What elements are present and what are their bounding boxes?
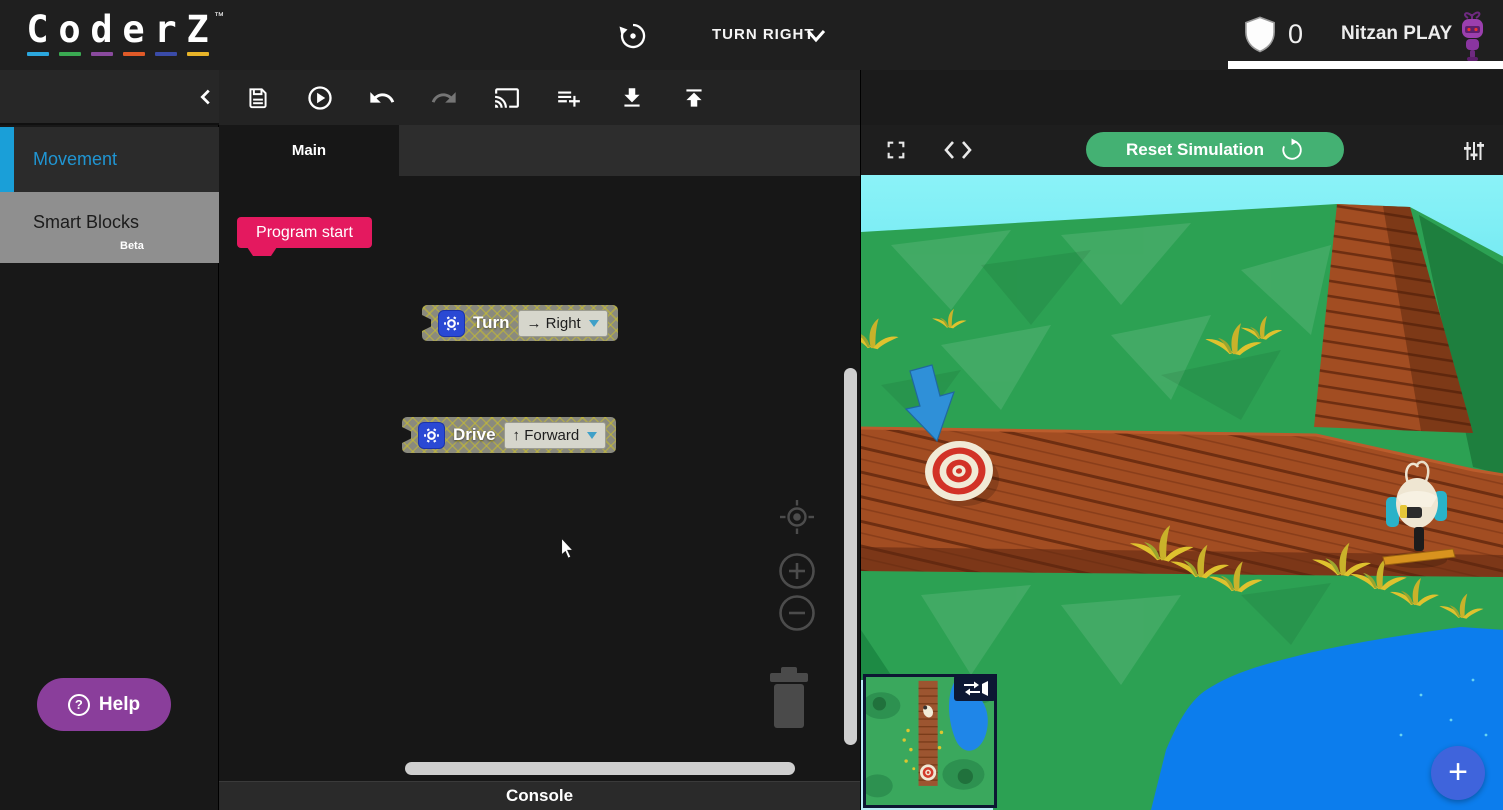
turn-block-label: Turn [473,313,510,333]
logo-dash [155,52,177,56]
user-section-underline [1228,61,1503,69]
logo-dash [123,52,145,56]
history-icon[interactable] [617,20,649,52]
trash-icon[interactable] [762,667,816,733]
tune-icon[interactable] [1461,138,1487,164]
plus-icon: + [1448,755,1468,789]
mission-name-label: TURN RIGHT [712,26,815,43]
upload-icon[interactable] [680,84,708,112]
workspace-toolbar [219,70,860,125]
refresh-icon [1280,138,1304,162]
turn-block[interactable]: Turn → Right [422,305,618,341]
sidebar-item-label: Movement [33,127,117,192]
drive-direction-dropdown[interactable]: ↑ Forward [504,422,607,449]
zoom-out-icon[interactable] [776,592,818,634]
fullscreen-icon[interactable] [883,137,909,163]
logo-dash [27,52,49,56]
add-fab-button[interactable]: + [1431,746,1485,800]
reset-simulation-button[interactable]: Reset Simulation [1086,132,1344,167]
sim-3d-viewport[interactable]: + [861,175,1503,810]
logo-trademark: ™ [214,11,224,22]
logo-letter: d [90,9,112,51]
help-label: Help [99,694,140,716]
drive-direction-value: ↑ Forward [513,427,580,444]
redo-icon[interactable] [430,84,458,112]
horizontal-scrollbar[interactable] [405,762,795,775]
simulation-header: Reset Simulation [861,125,1503,175]
collapse-chevron-icon[interactable] [192,83,220,111]
program-start-connector [247,247,277,256]
top-header: C o d e r Z ™ TURN RIGHT 0 Nitzan PLAY [0,0,1503,70]
undo-icon[interactable] [368,84,396,112]
beta-badge: Beta [120,240,144,252]
mouse-cursor [560,538,574,560]
add-to-list-icon[interactable] [555,84,583,112]
simulation-panel: Reset Simulation [860,70,1503,810]
zoom-in-icon[interactable] [776,550,818,592]
save-icon[interactable] [244,84,272,112]
gear-icon[interactable] [418,422,445,449]
user-name[interactable]: Nitzan PLAY [1341,23,1452,45]
robot-avatar[interactable] [1456,8,1490,64]
shield-icon [1240,15,1280,55]
camera-switch-icon[interactable] [954,675,996,701]
vertical-scrollbar[interactable] [844,368,857,745]
turn-direction-dropdown[interactable]: → Right [518,310,608,337]
tab-main-label: Main [292,142,326,159]
logo-dash [91,52,113,56]
run-icon[interactable] [306,84,334,112]
logo-dash [59,52,81,56]
download-icon[interactable] [618,84,646,112]
points-counter: 0 [1288,19,1303,50]
sidebar-item-smart-blocks[interactable]: Smart Blocks Beta [0,192,219,263]
dropdown-arrow-icon [589,320,599,327]
sidebar-header [0,70,219,125]
active-item-stripe [0,127,14,192]
logo-dash [187,52,209,56]
turn-direction-value: → Right [527,315,581,332]
program-start-block[interactable]: Program start [237,217,372,248]
cast-icon[interactable] [493,84,521,112]
sidebar-item-movement[interactable]: Movement [0,127,219,192]
logo-letter: e [122,9,144,51]
sidebar-item-label: Smart Blocks [33,212,139,233]
drive-block[interactable]: Drive ↑ Forward [402,417,616,453]
console-bar[interactable]: Console [219,781,860,810]
logo-letter: Z [186,9,208,51]
drive-block-label: Drive [453,425,496,445]
help-button[interactable]: ? Help [37,678,171,731]
coderz-app: C o d e r Z ™ TURN RIGHT 0 Nitzan PLAY [0,0,1503,810]
dropdown-arrow-icon [587,432,597,439]
logo-letter: r [154,9,176,51]
workspace-tab-row: Main [219,125,860,176]
reset-simulation-label: Reset Simulation [1126,140,1264,160]
code-icon[interactable] [943,138,973,162]
blockly-workspace-panel: Main Program start [219,70,860,810]
tab-main[interactable]: Main [219,125,399,176]
zoom-to-fit-icon[interactable] [773,493,821,541]
console-label: Console [506,786,573,806]
program-start-label: Program start [256,224,353,242]
coderz-logo: C o d e r Z ™ [24,9,224,56]
left-sidebar: Movement Smart Blocks Beta ? Help [0,70,219,810]
mission-chevron-down-icon[interactable] [803,26,829,46]
minimap [863,674,997,808]
logo-letter: C [26,9,48,51]
blockly-canvas[interactable]: Program start Turn → Righ [219,176,860,781]
gear-icon[interactable] [438,310,465,337]
simulation-top-spacer [861,70,1503,125]
help-question-icon: ? [68,694,90,716]
logo-letter: o [58,9,80,51]
